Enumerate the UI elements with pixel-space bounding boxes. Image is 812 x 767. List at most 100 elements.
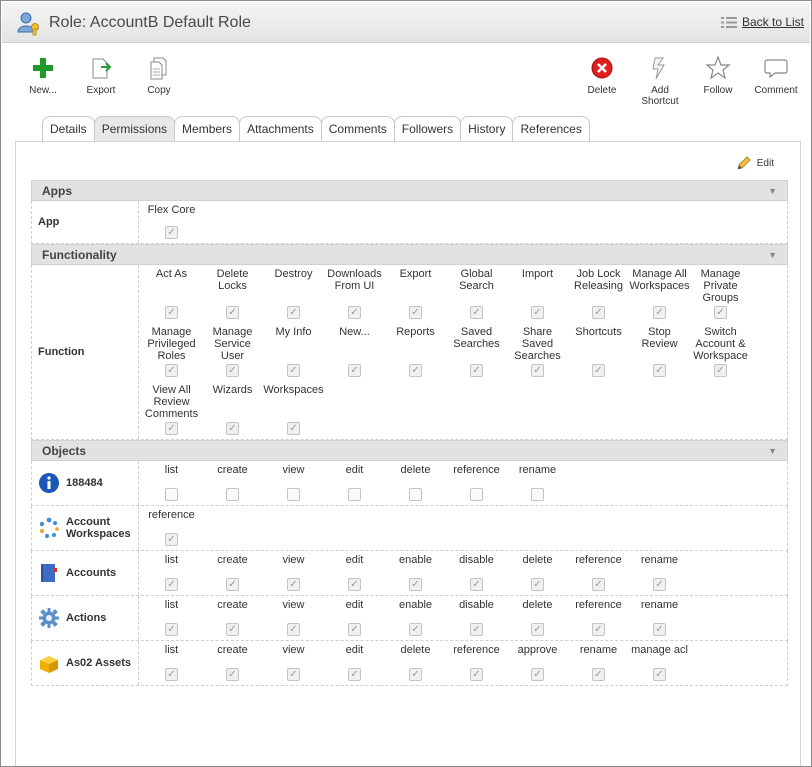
permission-checkbox[interactable] <box>470 623 483 636</box>
permission-checkbox[interactable] <box>165 364 178 377</box>
permission-checkbox[interactable] <box>348 488 361 501</box>
tab-followers[interactable]: Followers <box>393 116 462 142</box>
permission-checkbox[interactable] <box>470 364 483 377</box>
add-shortcut-label: Add Shortcut <box>641 85 679 107</box>
permission-label: My Info <box>275 326 312 338</box>
permission-checkbox[interactable] <box>714 364 727 377</box>
permission-checkbox[interactable] <box>226 364 239 377</box>
tab-permissions[interactable]: Permissions <box>93 116 176 142</box>
tab-members[interactable]: Members <box>174 116 241 142</box>
permission-label: reference <box>453 464 500 476</box>
permission-checkbox[interactable] <box>165 422 178 435</box>
permission-checkbox[interactable] <box>409 488 422 501</box>
permission-checkbox[interactable] <box>226 488 239 501</box>
permission-label: Share Saved Searches <box>514 326 561 362</box>
permission-checkbox[interactable] <box>531 306 544 319</box>
permission-checkbox[interactable] <box>226 668 239 681</box>
section-header-functionality[interactable]: Functionality ▼ <box>31 244 788 265</box>
back-to-list-label: Back to List <box>741 15 804 29</box>
permission-label: rename <box>640 554 679 566</box>
collapse-chevron-icon[interactable]: ▼ <box>768 245 777 265</box>
section-title: Apps <box>42 184 72 198</box>
export-button[interactable]: Export <box>74 55 128 96</box>
permission-checkbox[interactable] <box>531 623 544 636</box>
section-title: Functionality <box>42 248 117 262</box>
permission-checkbox[interactable] <box>287 488 300 501</box>
permission-checkbox[interactable] <box>226 306 239 319</box>
permission-checkbox[interactable] <box>592 578 605 591</box>
permission-checkbox[interactable] <box>348 623 361 636</box>
permission-checkbox[interactable] <box>287 422 300 435</box>
permission-checkbox[interactable] <box>714 306 727 319</box>
comment-button[interactable]: Comment <box>749 55 803 96</box>
permission-checkbox[interactable] <box>470 306 483 319</box>
section-header-apps[interactable]: Apps ▼ <box>31 180 788 201</box>
permission-checkbox[interactable] <box>592 306 605 319</box>
tab-references[interactable]: References <box>512 116 590 142</box>
delete-button[interactable]: Delete <box>575 55 629 96</box>
permission-label: list <box>164 599 179 611</box>
permission-checkbox[interactable] <box>653 623 666 636</box>
collapse-chevron-icon[interactable]: ▼ <box>768 181 777 201</box>
permission-label: Manage Private Groups <box>700 268 741 304</box>
follow-button[interactable]: Follow <box>691 55 745 96</box>
copy-button[interactable]: Copy <box>132 55 186 96</box>
edit-button[interactable]: Edit <box>736 155 774 171</box>
permission-checkbox[interactable] <box>165 488 178 501</box>
tab-comments[interactable]: Comments <box>320 116 395 142</box>
permission-checkbox[interactable] <box>592 668 605 681</box>
permission-checkbox[interactable] <box>653 364 666 377</box>
permission-checkbox[interactable] <box>348 668 361 681</box>
permission-checkbox[interactable] <box>592 364 605 377</box>
permission-checkbox[interactable] <box>653 306 666 319</box>
permission-checkbox[interactable] <box>409 668 422 681</box>
permission-checkbox[interactable] <box>165 306 178 319</box>
permission-label: delete <box>522 554 553 566</box>
permission-checkbox[interactable] <box>226 422 239 435</box>
permission-cell-list: list <box>141 461 202 505</box>
permission-checkbox[interactable] <box>653 578 666 591</box>
permission-checkbox[interactable] <box>531 488 544 501</box>
permission-checkbox[interactable] <box>165 668 178 681</box>
permission-label: edit <box>345 554 364 566</box>
back-to-list-link[interactable]: Back to List <box>720 15 804 29</box>
permission-cell-reports: Reports <box>385 323 446 381</box>
permission-checkbox[interactable] <box>226 623 239 636</box>
permission-checkbox[interactable] <box>409 364 422 377</box>
permission-checkbox[interactable] <box>287 668 300 681</box>
add-shortcut-button[interactable]: Add Shortcut <box>633 55 687 107</box>
permission-checkbox[interactable] <box>287 306 300 319</box>
permission-checkbox[interactable] <box>165 578 178 591</box>
permission-checkbox[interactable] <box>165 623 178 636</box>
permission-checkbox[interactable] <box>470 488 483 501</box>
permission-checkbox[interactable] <box>348 578 361 591</box>
permission-checkbox[interactable] <box>531 578 544 591</box>
permission-checkbox[interactable] <box>592 623 605 636</box>
collapse-chevron-icon[interactable]: ▼ <box>768 441 777 461</box>
permission-checkbox[interactable] <box>287 578 300 591</box>
permission-checkbox[interactable] <box>531 668 544 681</box>
section-header-objects[interactable]: Objects ▼ <box>31 440 788 461</box>
permission-checkbox[interactable] <box>470 668 483 681</box>
permission-checkbox[interactable] <box>226 578 239 591</box>
permission-checkbox[interactable] <box>409 623 422 636</box>
permission-checkbox[interactable] <box>348 364 361 377</box>
permission-checkbox[interactable] <box>531 364 544 377</box>
permission-checkbox[interactable] <box>165 533 178 546</box>
permission-checkbox[interactable] <box>409 306 422 319</box>
permission-checkbox[interactable] <box>409 578 422 591</box>
shortcut-arrow-icon <box>652 57 665 80</box>
permission-checkbox[interactable] <box>348 306 361 319</box>
permission-checkbox[interactable] <box>653 668 666 681</box>
tab-details[interactable]: Details <box>42 116 95 142</box>
permission-checkbox[interactable] <box>287 364 300 377</box>
permission-cell-edit: edit <box>324 551 385 595</box>
permission-label: create <box>217 464 248 476</box>
permission-cell-list: list <box>141 641 202 685</box>
new-button[interactable]: New... <box>16 55 70 96</box>
permission-checkbox[interactable] <box>287 623 300 636</box>
permission-checkbox[interactable] <box>470 578 483 591</box>
tab-history[interactable]: History <box>460 116 514 142</box>
tab-attachments[interactable]: Attachments <box>239 116 322 142</box>
permission-checkbox[interactable] <box>165 226 178 239</box>
